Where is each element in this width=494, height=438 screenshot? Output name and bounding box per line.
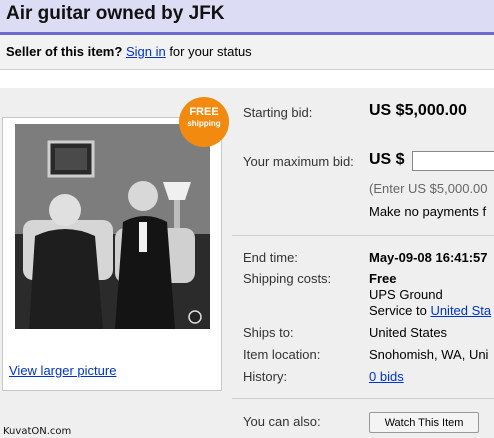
shipping-costs-label: Shipping costs: bbox=[243, 271, 332, 286]
seller-status-text: Seller of this item? Sign in for your st… bbox=[6, 44, 252, 59]
watch-item-button[interactable]: Watch This Item bbox=[369, 412, 479, 433]
shipping-method: UPS Ground bbox=[369, 287, 443, 302]
seller-suffix: for your status bbox=[169, 44, 252, 59]
divider bbox=[232, 398, 494, 399]
view-larger-picture-link[interactable]: View larger picture bbox=[9, 363, 116, 378]
service-to-prefix: Service to bbox=[369, 303, 427, 318]
seller-prefix: Seller of this item? bbox=[6, 44, 123, 59]
end-time-value: May-09-08 16:41:57 bbox=[369, 250, 488, 265]
service-country-link[interactable]: United Sta bbox=[430, 303, 491, 318]
history-label: History: bbox=[243, 369, 288, 384]
title-bar: Air guitar owned by JFK bbox=[0, 0, 494, 35]
watermark: KuvatON.com bbox=[3, 426, 72, 437]
you-can-also-label: You can also: bbox=[243, 414, 321, 429]
bid-history-link[interactable]: 0 bids bbox=[369, 369, 404, 384]
starting-bid-value: US $5,000.00 bbox=[369, 102, 467, 119]
item-photo[interactable] bbox=[15, 124, 210, 329]
picture-box: View larger picture bbox=[2, 117, 222, 391]
max-bid-label: Your maximum bid: bbox=[243, 154, 354, 169]
item-location-label: Item location: bbox=[243, 347, 321, 362]
ships-to-label: Ships to: bbox=[243, 325, 294, 340]
payments-note: Make no payments f bbox=[369, 204, 487, 219]
item-location-value: Snohomish, WA, Uni bbox=[369, 347, 489, 362]
badge-line1: FREE bbox=[189, 106, 219, 118]
badge-line2: shipping bbox=[187, 119, 221, 128]
ships-to-value: United States bbox=[369, 325, 448, 340]
item-title: Air guitar owned by JFK bbox=[6, 3, 225, 24]
currency-prefix: US $ bbox=[369, 151, 405, 168]
bid-hint: (Enter US $5,000.00 bbox=[369, 181, 488, 196]
shipping-costs-value: Free bbox=[369, 271, 397, 286]
service-to: Service to United Sta bbox=[369, 303, 491, 318]
sign-in-link[interactable]: Sign in bbox=[126, 44, 166, 59]
free-shipping-badge: FREE shipping bbox=[179, 97, 229, 147]
starting-bid-label: Starting bid: bbox=[243, 105, 313, 120]
seller-bar: Seller of this item? Sign in for your st… bbox=[0, 35, 494, 70]
end-time-label: End time: bbox=[243, 250, 298, 265]
divider bbox=[232, 235, 494, 236]
max-bid-input[interactable] bbox=[412, 151, 494, 171]
